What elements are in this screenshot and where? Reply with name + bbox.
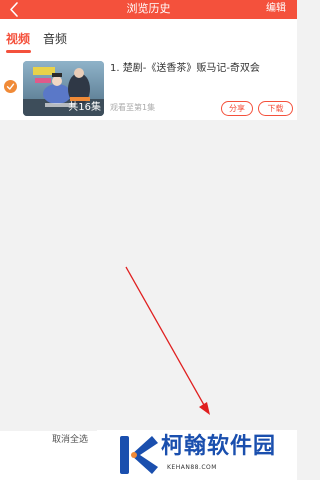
browse-history-screen: 浏览历史 编辑 视频 音频 共16集 1. 楚剧-《送香茶》贩马记-奇双会 观看… xyxy=(0,0,297,480)
annotation-arrow xyxy=(125,266,210,415)
watermark-url: KEHAN88.COM xyxy=(167,464,217,471)
watermark: 柯翰软件园 KEHAN88.COM xyxy=(97,430,297,480)
kehan-logo-icon xyxy=(120,436,158,474)
watermark-name: 柯翰软件园 xyxy=(161,434,277,459)
